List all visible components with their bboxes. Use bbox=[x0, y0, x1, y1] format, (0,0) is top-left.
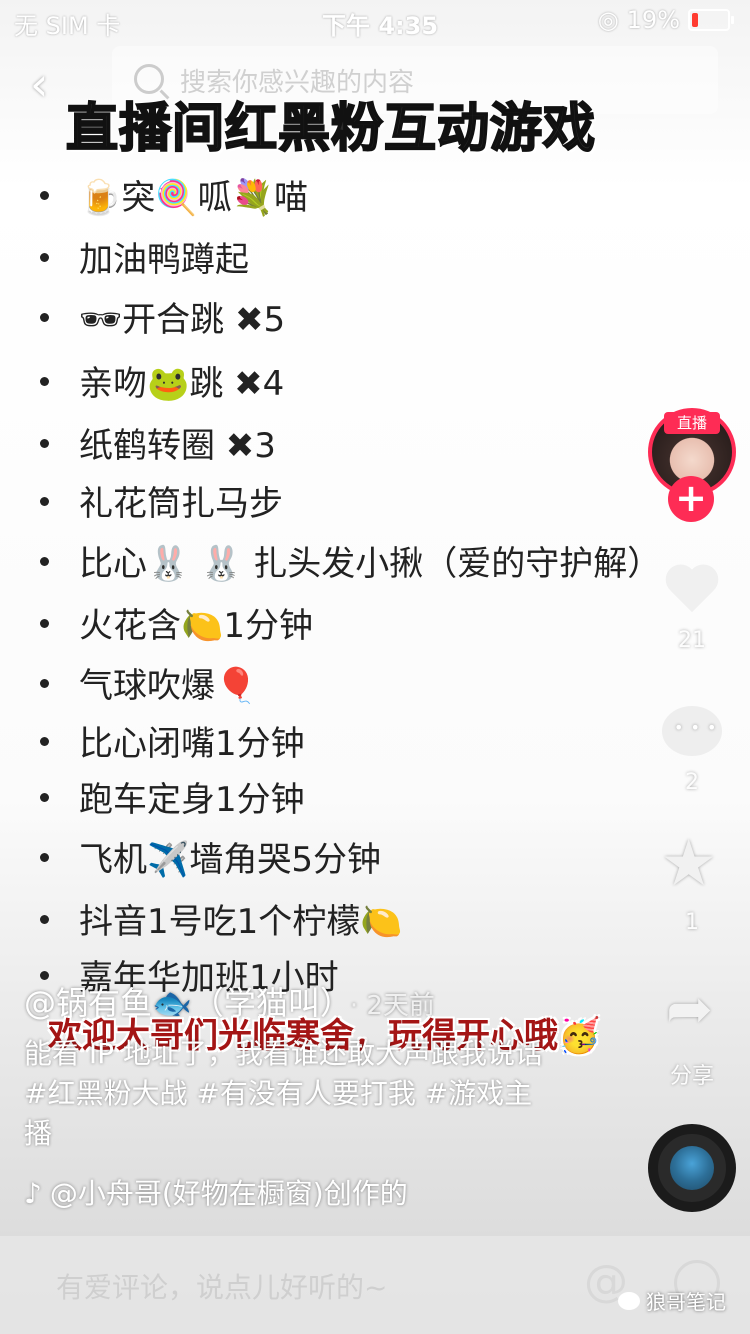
bullet-icon bbox=[40, 191, 49, 200]
music-disc[interactable] bbox=[648, 1124, 736, 1212]
disc-cover-icon bbox=[670, 1146, 714, 1190]
bullet-icon bbox=[40, 853, 49, 862]
bullet-icon bbox=[40, 313, 49, 322]
bullet-icon bbox=[40, 915, 49, 924]
share-label: 分享 bbox=[669, 1064, 714, 1089]
game-item-text: 气球吹爆🎈 bbox=[79, 666, 258, 706]
music-title: @小舟哥(好物在橱窗)创作的 bbox=[49, 1177, 408, 1210]
star-icon: ★ bbox=[660, 827, 718, 901]
bullet-icon bbox=[40, 619, 49, 628]
carrier-label: 无 SIM 卡 bbox=[14, 12, 121, 40]
bullet-icon bbox=[40, 737, 49, 746]
video-description[interactable]: 能看 IP 地址了，我看谁还敢大声跟我说话#红黑粉大战 #有没有人要打我 #游戏… bbox=[24, 1034, 554, 1154]
game-item-text: 跑车定身1分钟 bbox=[79, 780, 305, 820]
game-item-text: 加油鸭蹲起 bbox=[79, 240, 249, 280]
game-list-item: 🍺突🍭呱💐喵 bbox=[40, 170, 308, 219]
music-note-icon: ♪ bbox=[24, 1177, 42, 1210]
game-list-item: 火花含🍋1分钟 bbox=[40, 598, 313, 647]
game-list-item: 亲吻🐸跳 ✖4 bbox=[40, 356, 284, 405]
game-item-text: 亲吻🐸跳 ✖4 bbox=[79, 364, 285, 404]
game-item-text: 🕶开合跳 ✖5 bbox=[79, 300, 286, 340]
game-item-text: 礼花筒扎马步 bbox=[79, 484, 283, 524]
game-list-item: 抖音1号吃1个柠檬🍋 bbox=[40, 894, 403, 943]
like-button[interactable]: 21 bbox=[642, 566, 742, 656]
share-arrow-icon: ➦ bbox=[666, 977, 713, 1042]
game-item-text: 火花含🍋1分钟 bbox=[79, 606, 313, 646]
back-chevron-icon[interactable]: ‹ bbox=[30, 60, 70, 108]
game-item-text: 飞机✈️墙角哭5分钟 bbox=[79, 840, 381, 880]
watermark: 狼哥笔记 bbox=[618, 1286, 726, 1315]
bullet-icon bbox=[40, 253, 49, 262]
bullet-icon bbox=[40, 377, 49, 386]
status-right: ◎ 19% bbox=[597, 6, 734, 34]
game-list-item: 比心闭嘴1分钟 bbox=[40, 716, 305, 765]
bullet-icon bbox=[40, 557, 49, 566]
like-count: 21 bbox=[678, 628, 706, 653]
comment-bar[interactable]: 有爱评论，说点儿好听的~ @ bbox=[0, 1236, 750, 1334]
battery-percent: 19% bbox=[626, 6, 680, 34]
lock-rotation-icon: ◎ bbox=[597, 6, 619, 34]
bullet-icon bbox=[40, 679, 49, 688]
share-button[interactable]: ➦ 分享 bbox=[642, 982, 742, 1090]
comment-button[interactable]: 2 bbox=[642, 706, 742, 796]
game-list-item: 加油鸭蹲起 bbox=[40, 232, 249, 281]
game-list-item: 🕶开合跳 ✖5 bbox=[40, 292, 285, 341]
game-list-item: 气球吹爆🎈 bbox=[40, 658, 257, 707]
clock: 下午 4:35 bbox=[322, 12, 439, 40]
live-badge: 直播 bbox=[664, 412, 720, 434]
status-bar: 无 SIM 卡 下午 4:35 ◎ 19% bbox=[0, 0, 750, 40]
favorite-button[interactable]: ★ 1 bbox=[642, 832, 742, 940]
follow-button[interactable]: + bbox=[668, 476, 714, 522]
bullet-icon bbox=[40, 793, 49, 802]
video-title-text: 直播间红黑粉互动游戏 bbox=[65, 98, 597, 160]
comment-placeholder: 有爱评论，说点儿好听的~ bbox=[56, 1271, 388, 1304]
game-item-text: 🍺突🍭呱💐喵 bbox=[79, 178, 309, 218]
battery-icon bbox=[688, 9, 734, 31]
game-list-item: 纸鹤转圈 ✖3 bbox=[40, 418, 276, 467]
game-list-item: 跑车定身1分钟 bbox=[40, 772, 305, 821]
comment-count: 2 bbox=[685, 770, 699, 795]
favorite-count: 1 bbox=[685, 910, 699, 935]
game-item-text: 比心闭嘴1分钟 bbox=[79, 724, 305, 764]
heart-icon bbox=[665, 566, 719, 620]
comment-bubble-icon bbox=[662, 706, 722, 756]
game-list-item: 飞机✈️墙角哭5分钟 bbox=[40, 832, 381, 881]
game-item-text: 纸鹤转圈 ✖3 bbox=[79, 426, 276, 466]
bullet-icon bbox=[40, 497, 49, 506]
game-item-text: 比心🐰 🐰 扎头发小揪（爱的守护解） bbox=[79, 544, 662, 584]
game-list-item: 比心🐰 🐰 扎头发小揪（爱的守护解） bbox=[40, 536, 661, 585]
game-list-item: 礼花筒扎马步 bbox=[40, 476, 283, 525]
music-line[interactable]: ♪ @小舟哥(好物在橱窗)创作的 bbox=[24, 1172, 424, 1212]
game-item-text: 抖音1号吃1个柠檬🍋 bbox=[79, 902, 403, 942]
wechat-logo-icon bbox=[618, 1291, 640, 1310]
bullet-icon bbox=[40, 439, 49, 448]
watermark-text: 狼哥笔记 bbox=[646, 1290, 726, 1314]
